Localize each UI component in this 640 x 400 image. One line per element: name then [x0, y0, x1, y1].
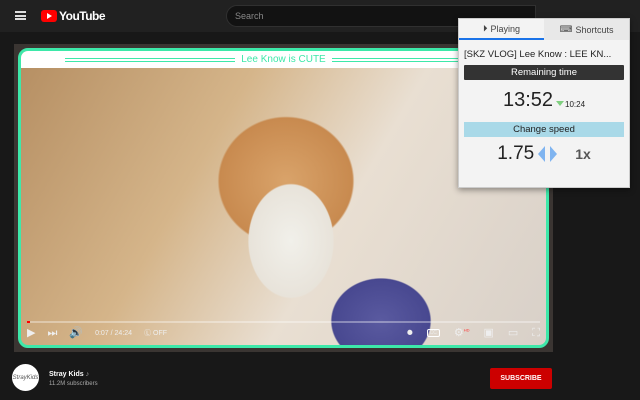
tab-shortcuts[interactable]: ⌨ Shortcuts	[544, 19, 629, 40]
captions-button[interactable]: CC	[426, 329, 440, 337]
speed-value: 1.75	[497, 143, 535, 164]
remaining-time-label: Remaining time	[464, 65, 624, 80]
menu-icon[interactable]	[15, 11, 26, 20]
autoplay-toggle[interactable]: ⏺	[407, 327, 413, 339]
music-note-icon: ♪	[85, 371, 90, 378]
remaining-time: 13:52	[502, 89, 554, 111]
next-icon[interactable]: ⏭	[47, 327, 57, 339]
reset-speed-button[interactable]: 1x	[575, 146, 591, 162]
hd-badge: HD	[463, 326, 470, 332]
progress-bar[interactable]	[27, 321, 540, 323]
tab-playing[interactable]: ⏵ Playing	[459, 19, 544, 40]
play-circle-icon: ⏵	[482, 23, 488, 33]
play-icon[interactable]: ▶	[27, 327, 35, 339]
speed-extension-popup: ⏵ Playing ⌨ Shortcuts [SKZ VLOG] Lee Know …	[458, 18, 630, 188]
banner-text: Lee Know is CUTE	[241, 54, 326, 65]
speed-down-button[interactable]	[538, 146, 546, 162]
youtube-logo[interactable]: YouTube	[41, 9, 106, 23]
lr-off-label: OFF	[153, 330, 168, 337]
subscribe-button[interactable]: SUBSCRIBE	[490, 368, 552, 389]
theater-icon[interactable]: ▭	[508, 327, 518, 339]
change-speed-label: Change speed	[464, 122, 624, 137]
progress-fill	[27, 321, 30, 323]
youtube-play-icon	[41, 10, 57, 22]
time-display: 0:07 / 24:24	[95, 329, 133, 337]
subscriber-count: 11.2M subscribers	[49, 381, 98, 387]
channel-name[interactable]: Stray Kids ♪	[49, 371, 89, 378]
channel-avatar[interactable]: StrayKids	[12, 364, 39, 391]
time-saved: 10:24	[565, 100, 586, 109]
decrease-triangle-icon	[556, 101, 565, 106]
channel-name-text: Stray Kids	[49, 371, 84, 378]
video-title: [SKZ VLOG] Lee Know : LEE KN...	[464, 49, 612, 60]
logo-text: YouTube	[59, 9, 106, 23]
player-controls: ▶ ⏭ 🔊 0:07 / 24:24 Ⓛ OFF ⏺ CC ⚙HD ▣ ▭ ⛶	[27, 325, 540, 341]
volume-icon[interactable]: 🔊	[69, 327, 83, 339]
keyboard-icon: ⌨	[559, 24, 573, 34]
tab-playing-label: Playing	[490, 23, 521, 34]
lr-toggle[interactable]: Ⓛ OFF	[144, 328, 167, 338]
fullscreen-icon[interactable]: ⛶	[532, 327, 540, 339]
tab-shortcuts-label: Shortcuts	[575, 24, 614, 35]
miniplayer-icon[interactable]: ▣	[483, 327, 493, 339]
settings-icon[interactable]: ⚙HD	[454, 326, 470, 339]
speed-up-button[interactable]	[550, 146, 558, 162]
